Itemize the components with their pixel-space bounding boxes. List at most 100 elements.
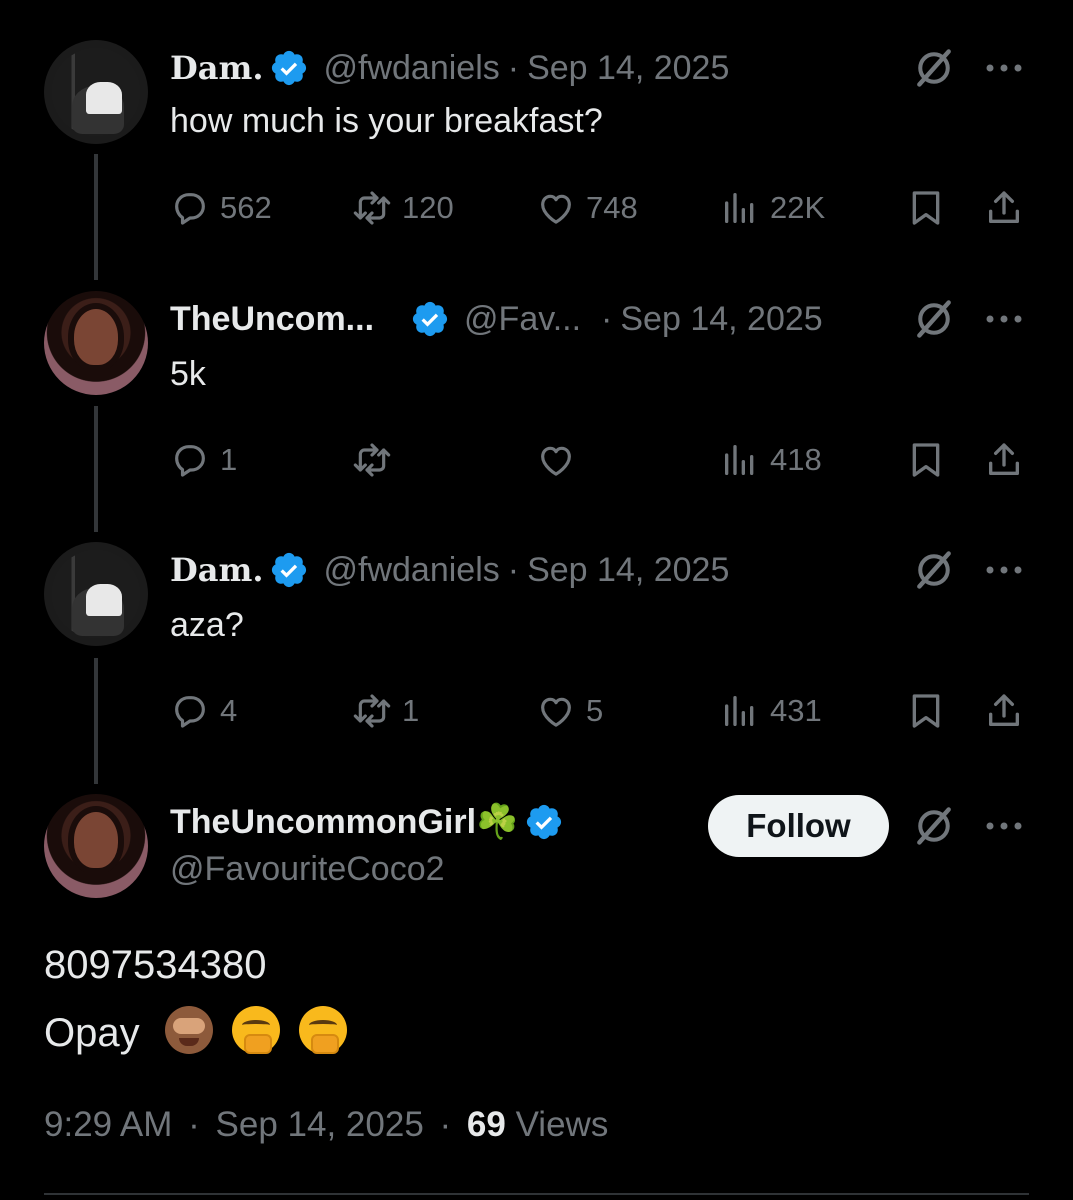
share-button[interactable] xyxy=(984,686,1034,736)
action-bar: 562 120 748 22K xyxy=(170,183,1030,233)
views-chart-icon xyxy=(720,188,760,228)
reply-count: 1 xyxy=(220,442,238,477)
action-bar: 4 1 5 431 xyxy=(170,686,1030,736)
grok-icon[interactable] xyxy=(912,804,956,848)
more-options-icon[interactable] xyxy=(984,313,1024,325)
thread-tweet[interactable]: Dam. @fwdaniels · Sep 14, 2025 aza? 4 1 … xyxy=(0,542,1073,752)
more-options-icon[interactable] xyxy=(984,62,1024,74)
reply-icon xyxy=(170,440,210,480)
share-button[interactable] xyxy=(984,183,1034,233)
separator-dot: · xyxy=(507,550,520,589)
views-count: 418 xyxy=(770,442,822,477)
repost-button[interactable]: 1 xyxy=(352,686,419,736)
views-button[interactable]: 22K xyxy=(720,183,825,233)
reply-button[interactable]: 562 xyxy=(170,183,272,233)
tweet-date[interactable]: Sep 14, 2025 xyxy=(620,300,822,339)
avatar[interactable] xyxy=(44,40,148,144)
views-count: 22K xyxy=(770,190,826,225)
repost-count: 1 xyxy=(402,693,420,728)
views-count: 431 xyxy=(770,693,822,728)
user-handle[interactable]: @FavouriteCoco2 xyxy=(170,850,445,889)
tweet-meta: 9:29 AM · Sep 14, 2025 · 69 Views xyxy=(44,1105,608,1145)
like-count: 5 xyxy=(586,693,604,728)
heart-icon xyxy=(536,691,576,731)
separator-dot: · xyxy=(601,299,613,338)
like-count: 748 xyxy=(586,190,638,225)
share-icon xyxy=(984,691,1024,731)
bookmark-icon xyxy=(906,691,946,731)
tweet-text-line: 8097534380 xyxy=(44,943,267,987)
tweet-text: how much is your breakfast? xyxy=(170,102,603,140)
tweet-date[interactable]: Sep 14, 2025 xyxy=(527,551,729,590)
more-options-icon[interactable] xyxy=(984,564,1024,576)
like-button[interactable]: 748 xyxy=(536,183,638,233)
repost-count: 120 xyxy=(402,190,454,225)
views-chart-icon xyxy=(720,691,760,731)
face-with-hand-over-mouth-icon xyxy=(298,1006,347,1054)
views-button[interactable]: 418 xyxy=(720,435,822,485)
reply-icon xyxy=(170,188,210,228)
user-handle[interactable]: @Fav... xyxy=(464,300,581,339)
display-name[interactable]: TheUncom... xyxy=(170,300,374,339)
repost-icon xyxy=(352,188,392,228)
reply-icon xyxy=(170,691,210,731)
avatar[interactable] xyxy=(44,291,148,395)
follow-button[interactable]: Follow xyxy=(708,795,889,857)
reply-count: 4 xyxy=(220,693,238,728)
repost-icon xyxy=(352,440,392,480)
separator-dot: · xyxy=(188,1105,200,1144)
user-handle[interactable]: @fwdaniels xyxy=(323,49,499,88)
share-icon xyxy=(984,440,1024,480)
bookmark-icon xyxy=(906,440,946,480)
tweet-text: Opay xyxy=(44,1011,140,1055)
views-chart-icon xyxy=(720,440,760,480)
grok-icon[interactable] xyxy=(912,46,956,90)
separator-dot: · xyxy=(507,48,520,87)
heart-icon xyxy=(536,440,576,480)
avatar[interactable] xyxy=(44,794,148,898)
share-button[interactable] xyxy=(984,435,1034,485)
separator-dot: · xyxy=(439,1105,452,1144)
grok-icon[interactable] xyxy=(912,548,956,592)
divider xyxy=(44,1193,1029,1195)
verified-badge-icon xyxy=(269,550,309,590)
display-name[interactable]: Dam. xyxy=(170,551,263,589)
face-with-hand-over-mouth-icon xyxy=(231,1006,280,1054)
views-label: Views xyxy=(515,1105,609,1144)
tweet-text: 5k xyxy=(170,355,206,393)
like-button[interactable]: 5 xyxy=(536,686,603,736)
tweet-date[interactable]: Sep 14, 2025 xyxy=(216,1105,424,1144)
heart-icon xyxy=(536,188,576,228)
action-bar: 1 418 xyxy=(170,435,1030,485)
like-button[interactable] xyxy=(536,435,586,485)
repost-button[interactable] xyxy=(352,435,402,485)
repost-button[interactable]: 120 xyxy=(352,183,454,233)
views-count[interactable]: 69 xyxy=(467,1105,506,1144)
repost-icon xyxy=(352,691,392,731)
share-icon xyxy=(984,188,1024,228)
bookmark-button[interactable] xyxy=(906,435,956,485)
bookmark-button[interactable] xyxy=(906,183,956,233)
user-handle[interactable]: @fwdaniels xyxy=(323,551,499,590)
views-button[interactable]: 431 xyxy=(720,686,822,736)
avatar[interactable] xyxy=(44,542,148,646)
verified-badge-icon xyxy=(269,48,309,88)
display-name[interactable]: Dam. xyxy=(170,49,263,87)
display-name[interactable]: TheUncommonGirl☘️ xyxy=(170,802,518,842)
tweet-time[interactable]: 9:29 AM xyxy=(44,1105,172,1144)
reply-button[interactable]: 1 xyxy=(170,435,237,485)
reply-button[interactable]: 4 xyxy=(170,686,237,736)
see-no-evil-monkey-icon xyxy=(164,1006,213,1054)
verified-badge-icon xyxy=(410,299,450,339)
more-options-icon[interactable] xyxy=(984,820,1024,832)
bookmark-icon xyxy=(906,188,946,228)
verified-badge-icon xyxy=(524,802,564,842)
grok-icon[interactable] xyxy=(912,297,956,341)
reply-count: 562 xyxy=(220,190,272,225)
tweet-text-line-with-emoji: Opay xyxy=(44,1006,347,1056)
tweet-date[interactable]: Sep 14, 2025 xyxy=(527,49,729,88)
bookmark-button[interactable] xyxy=(906,686,956,736)
tweet-text: aza? xyxy=(170,606,244,644)
thread-tweet[interactable]: TheUncom... @Fav... · Sep 14, 2025 5k 1 … xyxy=(0,291,1073,501)
thread-tweet[interactable]: Dam. @fwdaniels · Sep 14, 2025 how much … xyxy=(0,40,1073,250)
